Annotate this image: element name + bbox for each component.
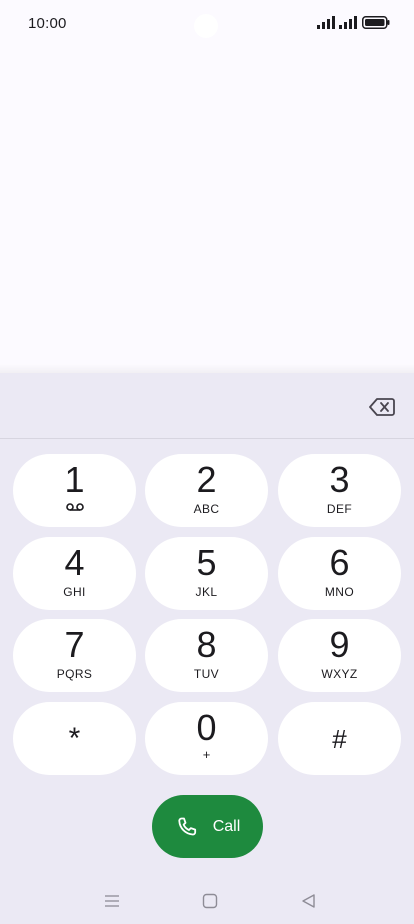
key-6[interactable]: 6 MNO	[278, 537, 401, 610]
key-9[interactable]: 9 WXYZ	[278, 619, 401, 692]
key-5[interactable]: 5 JKL	[145, 537, 268, 610]
key-digit: 6	[329, 542, 350, 583]
key-digit: #	[332, 724, 347, 754]
key-0[interactable]: 0 +	[145, 702, 268, 775]
menu-icon[interactable]	[102, 891, 122, 911]
key-letters: TUV	[193, 667, 220, 681]
key-4[interactable]: 4 GHI	[13, 537, 136, 610]
key-digit: 3	[329, 459, 350, 500]
key-letters: PQRS	[56, 667, 93, 681]
dialer-panel: 1 2 ABC 3 DEF 4 GHI 5 JKL 6 MNO 7 PQRS 8…	[0, 373, 414, 924]
voicemail-icon	[65, 503, 84, 511]
number-display	[0, 373, 414, 439]
key-star[interactable]: *	[13, 702, 136, 775]
navigation-bar	[0, 879, 414, 924]
key-digit: *	[68, 722, 81, 755]
camera-cutout	[194, 14, 218, 38]
status-bar: 10:00	[0, 0, 414, 48]
divider	[0, 438, 414, 439]
backspace-icon[interactable]	[369, 397, 395, 417]
key-8[interactable]: 8 TUV	[145, 619, 268, 692]
key-digit: 7	[64, 624, 85, 665]
key-letters: GHI	[63, 585, 86, 599]
key-1[interactable]: 1	[13, 454, 136, 527]
call-label: Call	[212, 817, 241, 835]
key-letters: +	[202, 747, 211, 762]
signal-icon	[339, 16, 357, 29]
key-digit: 9	[329, 624, 350, 665]
signal-icon	[317, 16, 335, 29]
phone-icon	[178, 817, 196, 835]
battery-icon	[362, 16, 390, 29]
key-digit: 8	[196, 624, 217, 665]
key-7[interactable]: 7 PQRS	[13, 619, 136, 692]
key-digit: 1	[64, 459, 85, 500]
key-letters: DEF	[326, 502, 353, 516]
key-digit: 4	[64, 542, 85, 583]
call-button[interactable]: Call	[152, 795, 263, 858]
status-time: 10:00	[28, 15, 67, 32]
key-2[interactable]: 2 ABC	[145, 454, 268, 527]
home-icon[interactable]	[200, 891, 220, 911]
key-digit: 5	[196, 542, 217, 583]
key-digit: 2	[196, 459, 217, 500]
key-digit: 0	[196, 707, 217, 748]
key-letters: JKL	[195, 585, 218, 599]
key-letters: ABC	[193, 502, 220, 516]
key-letters: WXYZ	[321, 667, 358, 681]
back-icon[interactable]	[299, 891, 319, 911]
key-letters: MNO	[324, 585, 355, 599]
key-3[interactable]: 3 DEF	[278, 454, 401, 527]
key-hash[interactable]: #	[278, 702, 401, 775]
